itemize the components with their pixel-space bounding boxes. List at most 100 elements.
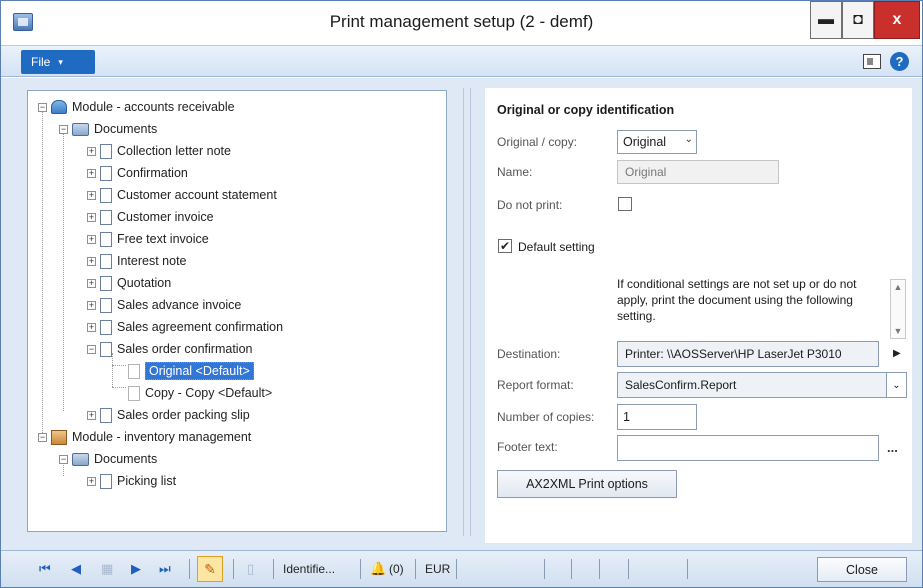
tree-item-label: Picking list — [117, 474, 177, 488]
documents-icon — [72, 452, 89, 466]
panel-splitter[interactable] — [463, 88, 471, 536]
tree-item-label: Sales order packing slip — [117, 408, 250, 422]
close-window-button[interactable]: x — [874, 1, 920, 39]
tree-item-customer-invoice[interactable]: + Customer invoice — [87, 207, 214, 227]
tree-item-label: Sales advance invoice — [117, 298, 242, 312]
identification-text[interactable]: Identifie... — [283, 562, 335, 576]
collapse-icon[interactable]: − — [38, 432, 47, 442]
expand-icon[interactable]: + — [87, 234, 96, 244]
document-icon — [100, 209, 112, 225]
divider — [189, 559, 190, 579]
expand-icon[interactable]: + — [87, 322, 96, 332]
collapse-icon[interactable]: − — [59, 124, 68, 134]
expand-icon[interactable]: + — [87, 256, 96, 266]
tree-item-label: Module - accounts receivable — [72, 100, 235, 114]
content-area: − Module - accounts receivable − Documen… — [1, 78, 922, 550]
grid-icon[interactable]: ▦ — [101, 561, 113, 577]
tree-item-module-inventory-management[interactable]: − Module - inventory management — [38, 427, 251, 447]
info-scrollbar[interactable]: ▲ ▼ — [890, 279, 906, 339]
footer-text-field[interactable] — [617, 435, 879, 461]
tree-item-label: Interest note — [117, 254, 187, 268]
document-icon — [100, 407, 112, 423]
tree-item-label: Confirmation — [117, 166, 188, 180]
document-tree[interactable]: − Module - accounts receivable − Documen… — [27, 90, 447, 532]
info-text: If conditional settings are not set up o… — [617, 277, 857, 323]
destination-arrow-icon[interactable]: ▶ — [893, 348, 901, 359]
last-record-icon[interactable]: ⏭ — [159, 561, 171, 577]
divider — [687, 559, 688, 579]
tree-item-sales-agreement-confirmation[interactable]: + Sales agreement confirmation — [87, 317, 283, 337]
bell-icon[interactable]: 🔔 — [370, 561, 386, 577]
document-icon — [100, 275, 112, 291]
close-button[interactable]: Close — [817, 557, 907, 582]
help-icon[interactable]: ? — [890, 52, 909, 71]
tree-item-picking-list[interactable]: + Picking list — [87, 471, 176, 491]
window-icon[interactable] — [863, 54, 881, 69]
divider — [628, 559, 629, 579]
default-setting-checkbox[interactable]: ✔ — [498, 239, 512, 253]
tree-item-free-text-invoice[interactable]: + Free text invoice — [87, 229, 209, 249]
tree-item-confirmation[interactable]: + Confirmation — [87, 163, 188, 183]
tree-item-documents[interactable]: − Documents — [59, 449, 157, 469]
tree-item-documents[interactable]: − Documents — [59, 119, 157, 139]
expand-icon[interactable]: + — [87, 410, 96, 420]
alerts-count[interactable]: (0) — [389, 562, 404, 576]
scroll-down-icon[interactable]: ▼ — [891, 324, 905, 338]
scroll-up-icon[interactable]: ▲ — [891, 280, 905, 294]
tree-item-label: Free text invoice — [117, 232, 209, 246]
tree-item-label: Original <Default> — [145, 362, 254, 380]
tree-item-sales-order-confirmation[interactable]: − Sales order confirmation — [87, 339, 252, 359]
collapse-icon[interactable]: − — [87, 344, 96, 354]
settings-panel: Original or copy identification Original… — [485, 88, 912, 543]
tree-item-customer-account-statement[interactable]: + Customer account statement — [87, 185, 277, 205]
document-icon[interactable]: ▯ — [247, 561, 254, 577]
file-menu-button[interactable]: File ▾ — [21, 50, 95, 74]
tree-item-original-default[interactable]: Original <Default> — [128, 361, 254, 381]
print-management-window: Print management setup (2 - demf) ▬ ◘ x … — [0, 0, 923, 588]
tree-item-sales-order-packing-slip[interactable]: + Sales order packing slip — [87, 405, 250, 425]
divider — [360, 559, 361, 579]
tree-item-interest-note[interactable]: + Interest note — [87, 251, 187, 271]
chevron-down-icon: ⌄ — [684, 134, 693, 145]
expand-icon[interactable]: + — [87, 476, 96, 486]
document-icon — [100, 341, 112, 357]
tree-item-module-accounts-receivable[interactable]: − Module - accounts receivable — [38, 97, 235, 117]
expand-icon[interactable]: + — [87, 300, 96, 310]
minimize-button[interactable]: ▬ — [810, 1, 842, 39]
section-title: Original or copy identification — [497, 103, 675, 117]
previous-record-icon[interactable]: ◀ — [71, 561, 81, 577]
menu-bar: File ▾ ? — [1, 45, 922, 77]
expand-icon[interactable]: + — [87, 212, 96, 222]
collapse-icon[interactable]: − — [59, 454, 68, 464]
original-copy-select[interactable]: Original ⌄ — [617, 130, 697, 154]
expand-icon[interactable]: + — [87, 168, 96, 178]
next-record-icon[interactable]: ▶ — [131, 561, 141, 577]
tree-item-sales-advance-invoice[interactable]: + Sales advance invoice — [87, 295, 241, 315]
maximize-button[interactable]: ◘ — [842, 1, 874, 39]
tree-item-label: Customer invoice — [117, 210, 214, 224]
expand-icon[interactable]: + — [87, 278, 96, 288]
pencil-icon[interactable]: ✎ — [197, 556, 223, 582]
tree-item-quotation[interactable]: + Quotation — [87, 273, 171, 293]
copies-field[interactable]: 1 — [617, 404, 697, 430]
default-setting-label: Default setting — [518, 240, 595, 254]
divider — [544, 559, 545, 579]
tree-item-copy-default[interactable]: Copy - Copy <Default> — [128, 383, 272, 403]
window-title: Print management setup (2 - demf) — [329, 12, 594, 31]
expand-icon[interactable]: + — [87, 190, 96, 200]
document-icon — [100, 231, 112, 247]
tree-connector — [42, 109, 43, 435]
report-format-select[interactable]: SalesConfirm.Report ⌄ — [617, 372, 907, 398]
first-record-icon[interactable]: ⏮ — [39, 561, 51, 577]
tree-item-collection-letter-note[interactable]: + Collection letter note — [87, 141, 231, 161]
expand-icon[interactable]: + — [87, 146, 96, 156]
document-icon — [100, 165, 112, 181]
currency-text[interactable]: EUR — [425, 562, 450, 576]
do-not-print-checkbox[interactable] — [618, 197, 632, 211]
collapse-icon[interactable]: − — [38, 102, 47, 112]
chevron-down-icon[interactable]: ⌄ — [886, 373, 906, 397]
destination-field[interactable]: Printer: \\AOSServer\HP LaserJet P3010 — [617, 341, 879, 367]
footer-lookup-button[interactable]: ... — [887, 440, 898, 455]
ax2xml-print-options-button[interactable]: AX2XML Print options — [497, 470, 677, 498]
chevron-down-icon: ▾ — [58, 56, 63, 67]
